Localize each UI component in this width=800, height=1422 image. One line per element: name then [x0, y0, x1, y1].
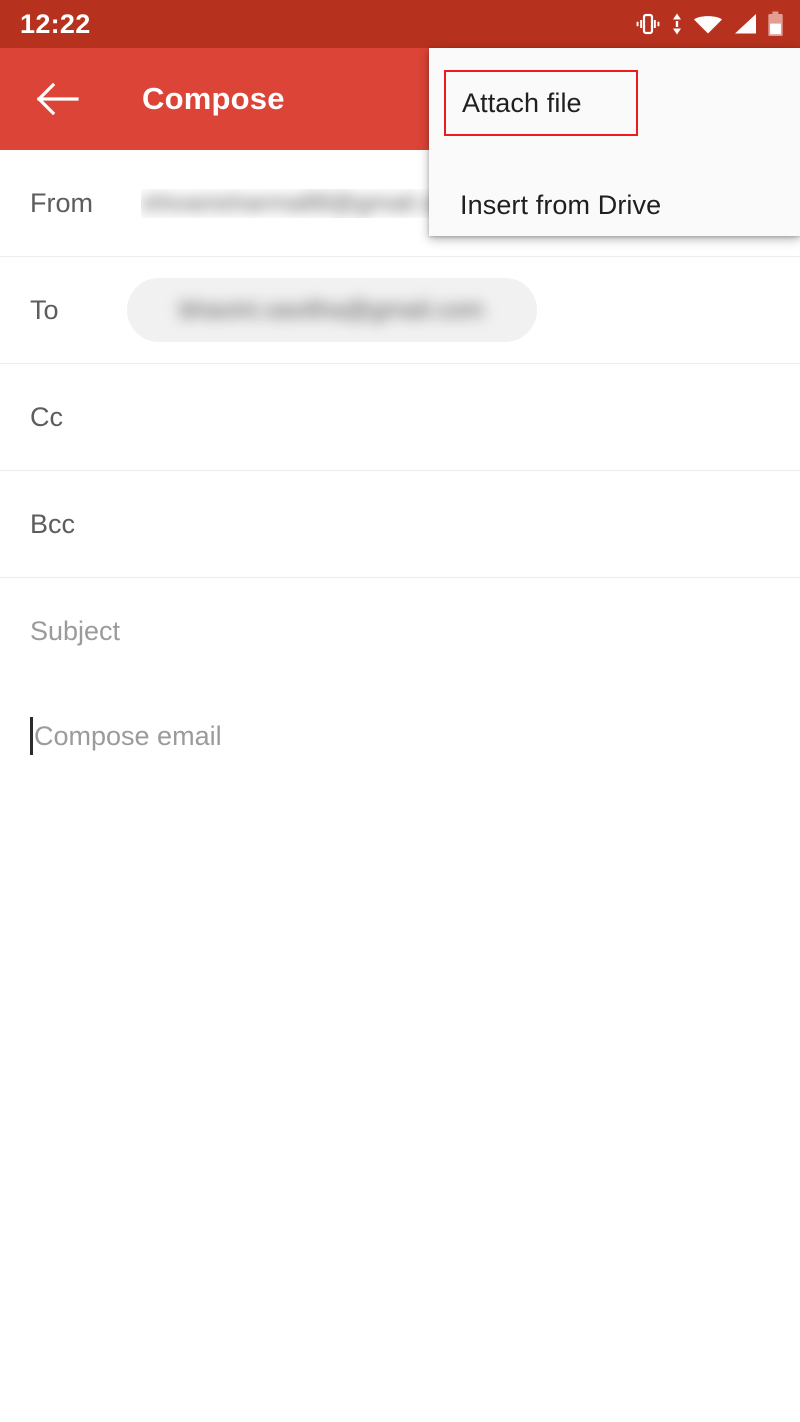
vibrate-icon: [635, 12, 661, 36]
from-address-redacted: shivanisharma88@gmail.com: [141, 188, 470, 217]
to-label: To: [30, 294, 59, 325]
cc-label: Cc: [30, 401, 63, 432]
data-transfer-icon: [670, 12, 684, 36]
status-bar: 12:22: [0, 0, 800, 48]
status-icons: [635, 11, 784, 37]
field-row-cc[interactable]: Cc: [0, 364, 800, 471]
compose-body-input[interactable]: Compose email: [0, 684, 800, 1422]
from-value: shivanisharma88@gmail.com: [141, 189, 469, 218]
subject-input[interactable]: Subject: [30, 616, 120, 647]
wifi-icon: [693, 12, 723, 36]
bcc-label: Bcc: [30, 508, 76, 539]
menu-item-attach-file[interactable]: Attach file: [444, 70, 638, 136]
field-row-bcc[interactable]: Bcc: [0, 471, 800, 578]
battery-icon: [767, 11, 784, 37]
menu-item-insert-from-drive[interactable]: Insert from Drive: [429, 161, 800, 249]
text-caret: [30, 717, 33, 755]
recipient-chip[interactable]: bhavini.savitha@gmail.com: [126, 278, 537, 342]
back-arrow-icon: [36, 82, 80, 116]
from-label: From: [30, 187, 93, 218]
field-row-subject[interactable]: Subject: [0, 578, 800, 685]
overflow-menu: Attach file Insert from Drive: [429, 48, 800, 236]
back-button[interactable]: [32, 73, 84, 125]
to-address-redacted: bhavini.savitha@gmail.com: [179, 295, 484, 324]
compose-body-placeholder: Compose email: [34, 721, 222, 751]
cellular-signal-icon: [732, 12, 758, 36]
page-title: Compose: [142, 81, 285, 116]
field-row-to[interactable]: To bhavini.savitha@gmail.com: [0, 257, 800, 364]
compose-screen: 12:22 Compose From shivanisharma88@gmail…: [0, 0, 800, 1422]
status-time: 12:22: [20, 8, 91, 39]
